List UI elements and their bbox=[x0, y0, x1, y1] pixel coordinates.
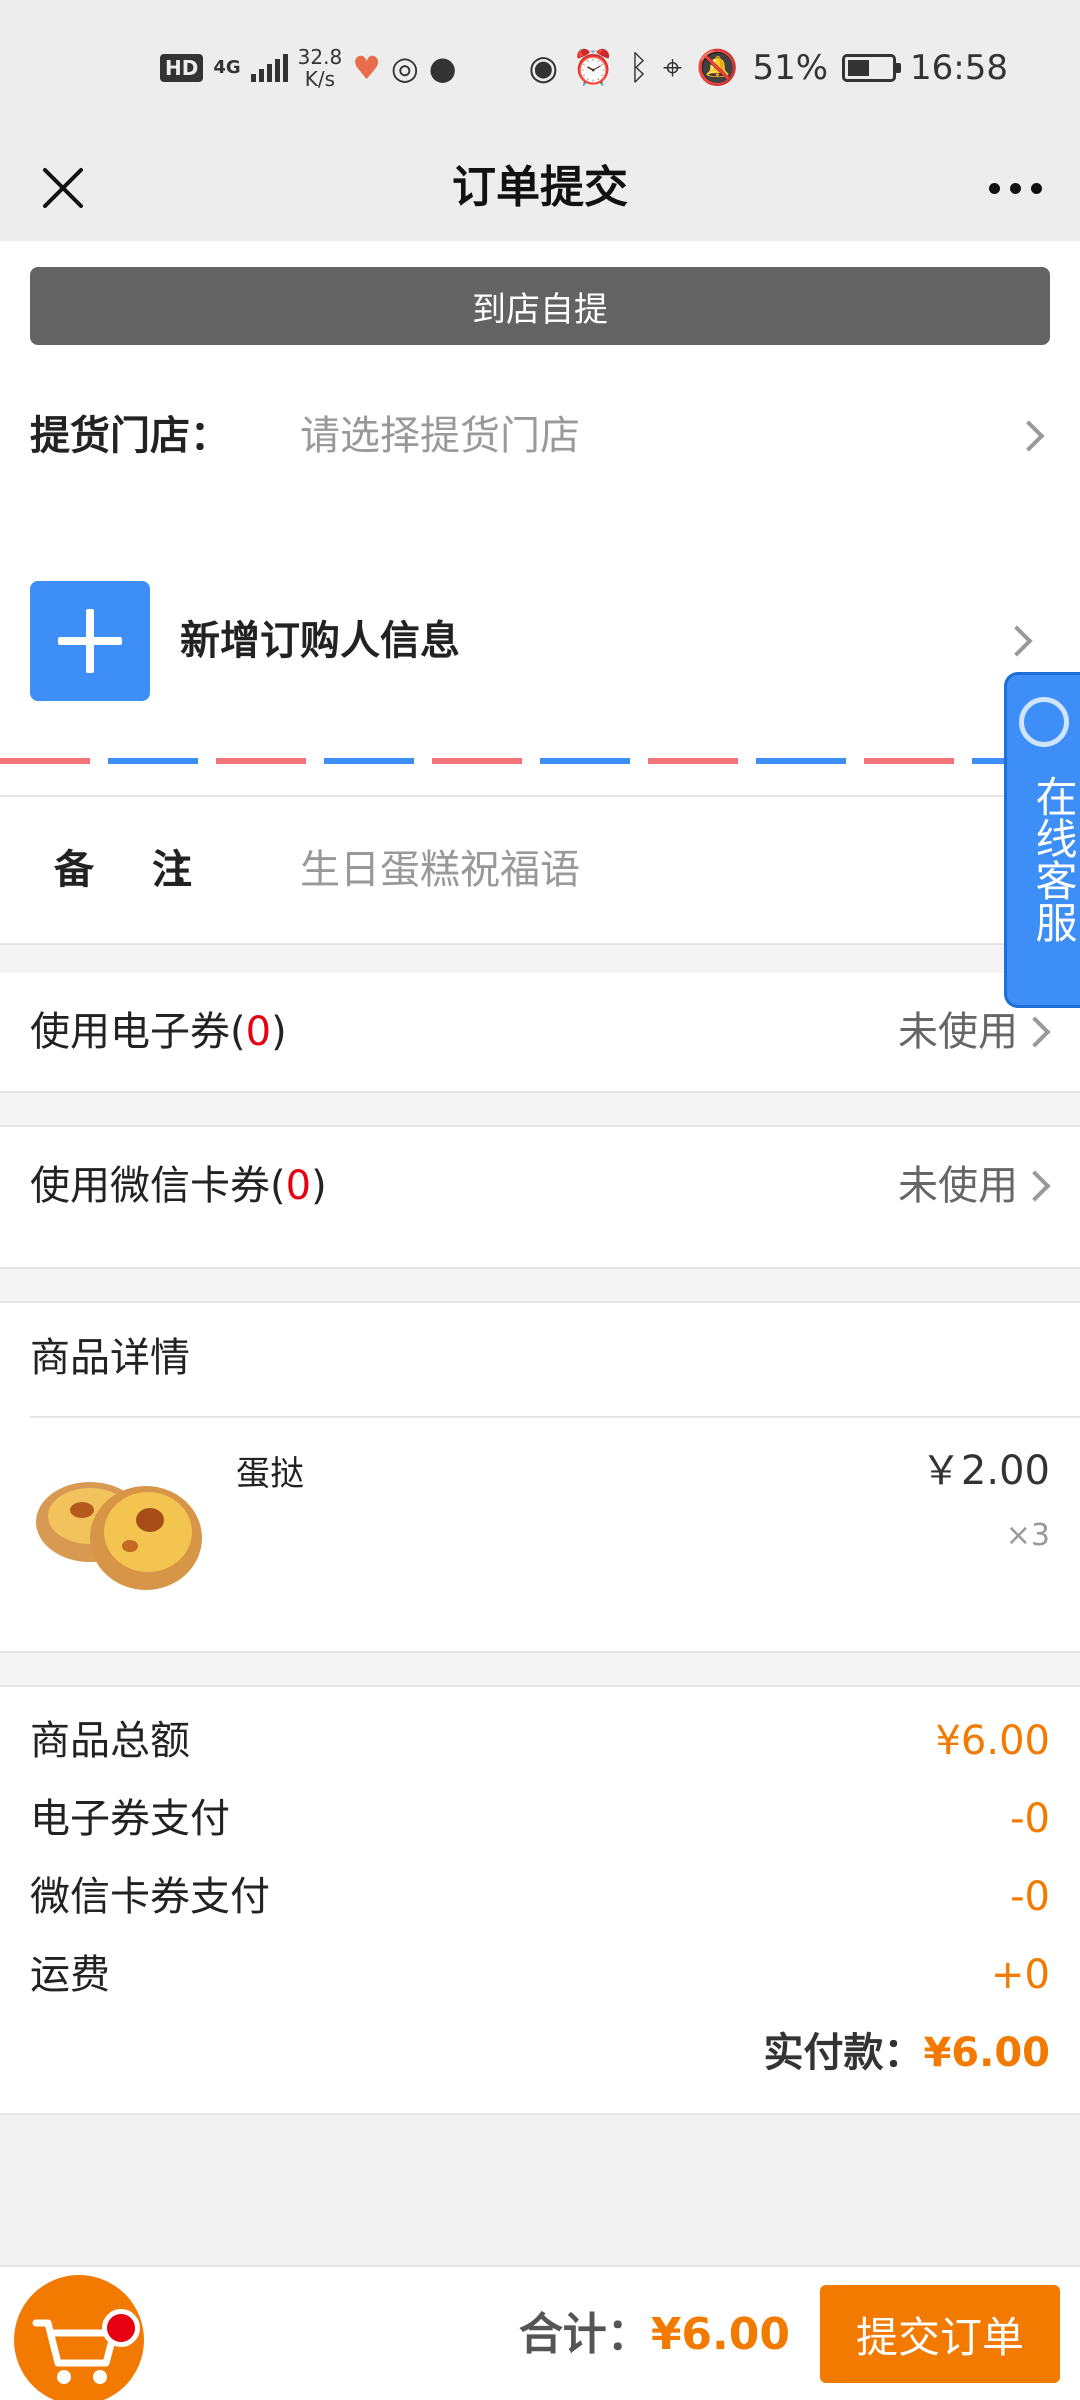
e-coupon-row[interactable]: 使用电子券(0) 未使用 bbox=[0, 973, 1080, 1091]
network-speed: 32.8 K/s bbox=[298, 46, 343, 90]
headset-icon bbox=[1019, 697, 1069, 747]
summary-row-e-coupon: 电子券支付 -0 bbox=[0, 1780, 1080, 1858]
add-buyer-row[interactable]: 新增订购人信息 bbox=[0, 571, 1080, 711]
remark-input[interactable]: 生日蛋糕祝福语 bbox=[300, 797, 580, 943]
e-coupon-label: 使用电子券(0) bbox=[30, 973, 287, 1091]
product-section-title: 商品详情 bbox=[30, 1335, 190, 1381]
section-gap bbox=[0, 1651, 1080, 1687]
actual-payment: 实付款：¥6.00 bbox=[763, 2014, 1050, 2092]
chevron-right-icon bbox=[1013, 420, 1045, 452]
remark-colon: ： bbox=[170, 847, 210, 893]
actual-payment-value: ¥6.00 bbox=[923, 2030, 1050, 2076]
more-button[interactable] bbox=[980, 155, 1050, 221]
product-item: 蛋挞 ￥2.00 ×3 bbox=[0, 1418, 1080, 1638]
close-button[interactable] bbox=[30, 155, 96, 221]
qq-icon: ● bbox=[428, 49, 457, 87]
egg-tart-image bbox=[36, 1482, 202, 1590]
page-bottom-gap bbox=[0, 2113, 1080, 2191]
section-gap bbox=[0, 1091, 1080, 1127]
add-buyer-label: 新增订购人信息 bbox=[180, 618, 460, 664]
bottom-bar: 合计：¥6.00 提交订单 bbox=[0, 2265, 1080, 2400]
clock: 16:58 bbox=[910, 48, 1008, 88]
product-name: 蛋挞 bbox=[236, 1454, 304, 1494]
wechat-card-label-close: ) bbox=[311, 1163, 327, 1209]
battery-icon bbox=[842, 54, 902, 82]
summary-row-shipping: 运费 +0 bbox=[0, 1936, 1080, 2014]
store-pickup-button[interactable]: 到店自提 bbox=[30, 267, 1050, 345]
summary-label: 运费 bbox=[30, 1952, 110, 1998]
e-coupon-label-close: ) bbox=[271, 1009, 287, 1055]
battery-fill bbox=[848, 60, 870, 76]
online-service-label: 在线客服 bbox=[1029, 775, 1078, 943]
more-icon bbox=[988, 182, 1000, 194]
total-label: 合计： bbox=[518, 2309, 651, 2360]
eye-icon: ◉ bbox=[528, 48, 559, 88]
speed-value: 32.8 bbox=[297, 45, 343, 69]
alarm-icon: ⏰ bbox=[572, 48, 615, 88]
summary-value: ¥6.00 bbox=[935, 1718, 1050, 1764]
pickup-store-label: 提货门店： bbox=[30, 413, 230, 459]
plus-icon bbox=[30, 581, 150, 701]
summary-label: 电子券支付 bbox=[30, 1796, 230, 1842]
summary-label: 商品总额 bbox=[30, 1718, 190, 1764]
chevron-right-icon bbox=[1001, 625, 1033, 657]
more-icon-dot bbox=[1009, 182, 1021, 194]
summary-row-subtotal: 商品总额 ¥6.00 bbox=[0, 1702, 1080, 1780]
online-service-button[interactable]: 在线客服 bbox=[1004, 672, 1080, 1008]
bluetooth-icon: ᛒ bbox=[628, 48, 649, 88]
cart-badge bbox=[102, 2309, 140, 2347]
submit-order-button[interactable]: 提交订单 bbox=[820, 2285, 1060, 2383]
close-icon bbox=[43, 168, 83, 208]
e-coupon-count: 0 bbox=[245, 1009, 272, 1055]
signal-icon bbox=[250, 54, 288, 82]
summary-row-wechat-card: 微信卡券支付 -0 bbox=[0, 1858, 1080, 1936]
hd-indicator: HD bbox=[160, 54, 204, 82]
status-right: ◉ ⏰ ᛒ ⌖ 🔕 51% 16:58 bbox=[529, 40, 1008, 96]
order-total: 合计：¥6.00 bbox=[519, 2267, 790, 2400]
title-bar: 订单提交 bbox=[0, 135, 1080, 241]
e-coupon-label-text: 使用电子券( bbox=[30, 1009, 246, 1055]
total-value: ¥6.00 bbox=[650, 2309, 790, 2360]
location-icon: ⌖ bbox=[662, 48, 683, 88]
summary-value: -0 bbox=[1010, 1796, 1050, 1842]
wechat-card-label-text: 使用微信卡券( bbox=[30, 1163, 286, 1209]
network-type: 4G bbox=[213, 57, 241, 78]
weibo-icon: ◎ bbox=[390, 49, 419, 87]
order-content: 到店自提 提货门店： 请选择提货门店 新增订购人信息 备注 ： 生日蛋糕祝福语 … bbox=[0, 241, 1080, 2191]
status-left: HD 4G 32.8 K/s ♥ ◎ ● bbox=[160, 40, 457, 96]
product-quantity: ×3 bbox=[1005, 1518, 1050, 1553]
wechat-card-label: 使用微信卡券(0) bbox=[30, 1127, 327, 1245]
health-icon: ♥ bbox=[352, 49, 381, 87]
address-stripe bbox=[0, 758, 1080, 764]
summary-row-actual: 实付款：¥6.00 bbox=[0, 2014, 1080, 2092]
chevron-right-icon bbox=[1019, 1170, 1051, 1202]
mute-icon: 🔕 bbox=[696, 48, 739, 88]
remark-row[interactable]: 备注 ： 生日蛋糕祝福语 bbox=[0, 797, 1080, 943]
summary-value: -0 bbox=[1010, 1874, 1050, 1920]
pickup-store-row[interactable]: 提货门店： 请选择提货门店 bbox=[0, 371, 1080, 501]
summary-value: +0 bbox=[991, 1952, 1050, 1998]
section-gap bbox=[0, 943, 1080, 975]
wechat-card-count: 0 bbox=[285, 1163, 312, 1209]
speed-unit: K/s bbox=[304, 67, 336, 91]
chevron-right-icon bbox=[1019, 1016, 1051, 1048]
status-bar: HD 4G 32.8 K/s ♥ ◎ ● ◉ ⏰ ᛒ ⌖ 🔕 51% 16:58 bbox=[0, 0, 1080, 135]
wechat-card-status: 未使用 bbox=[898, 1163, 1018, 1209]
e-coupon-status: 未使用 bbox=[898, 1009, 1018, 1055]
section-gap bbox=[0, 1267, 1080, 1303]
actual-payment-label: 实付款： bbox=[763, 2030, 924, 2076]
more-icon-dot bbox=[1030, 182, 1042, 194]
wechat-card-row[interactable]: 使用微信卡券(0) 未使用 bbox=[0, 1127, 1080, 1245]
battery-percent: 51% bbox=[752, 48, 829, 88]
remark-label: 备注 bbox=[54, 847, 250, 893]
product-price: ￥2.00 bbox=[920, 1448, 1050, 1494]
pickup-store-placeholder: 请选择提货门店 bbox=[300, 413, 580, 459]
summary-label: 微信卡券支付 bbox=[30, 1874, 270, 1920]
page-title: 订单提交 bbox=[452, 162, 628, 213]
cart-button[interactable] bbox=[14, 2275, 144, 2400]
